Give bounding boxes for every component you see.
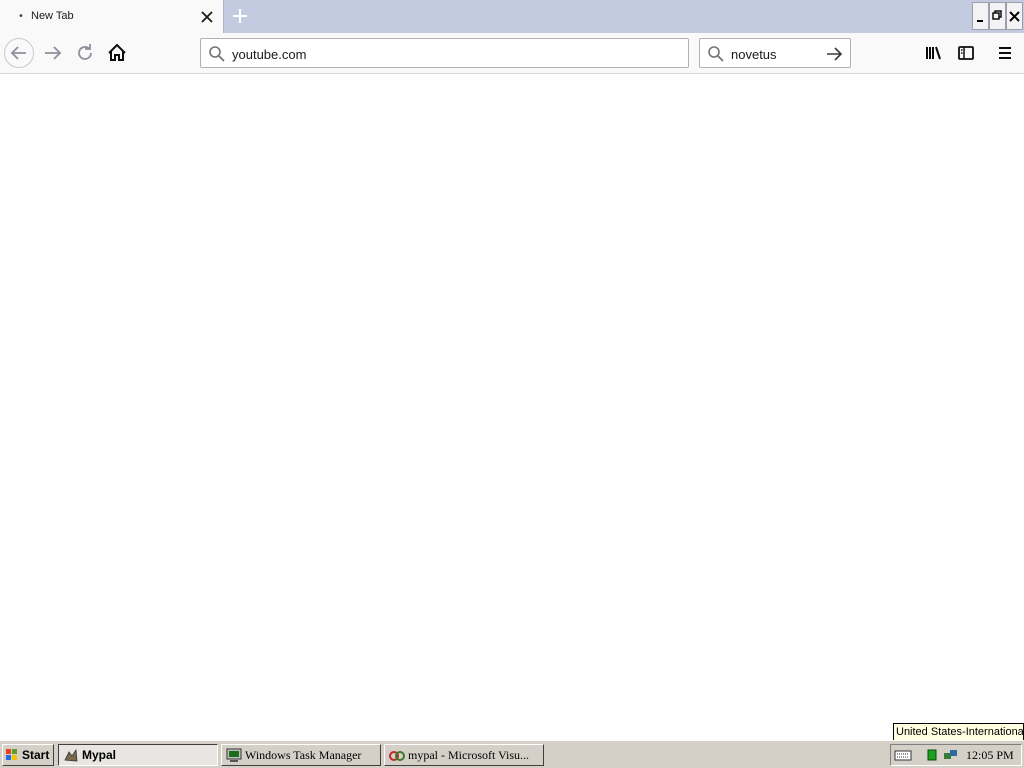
taskbar-item-label: mypal - Microsoft Visu... xyxy=(408,748,530,762)
start-label: Start xyxy=(22,748,50,762)
tab-loading-indicator: • xyxy=(18,11,24,22)
menu-button[interactable] xyxy=(990,38,1020,68)
search-go-button[interactable] xyxy=(824,44,844,64)
library-button[interactable] xyxy=(919,38,949,68)
tab-title: New Tab xyxy=(31,10,74,22)
arrow-right-icon xyxy=(827,47,843,61)
taskbar-clock[interactable]: 12:05 PM xyxy=(966,748,1014,763)
hamburger-menu-icon xyxy=(999,47,1011,59)
reload-button[interactable] xyxy=(70,38,100,68)
back-button[interactable] xyxy=(4,38,34,68)
close-icon[interactable] xyxy=(198,8,216,26)
arrow-right-icon xyxy=(45,46,62,60)
search-bar[interactable] xyxy=(699,38,851,68)
sidebar-icon xyxy=(958,46,974,60)
start-button[interactable]: Start xyxy=(2,744,54,766)
home-icon xyxy=(108,43,126,61)
system-tray: 12:05 PM xyxy=(890,744,1022,766)
plus-icon xyxy=(233,9,247,23)
taskbar-item-label: Mypal xyxy=(82,748,117,762)
search-icon xyxy=(707,45,725,63)
sidebar-button[interactable] xyxy=(951,38,981,68)
home-button[interactable] xyxy=(102,38,132,68)
library-icon xyxy=(926,46,941,60)
visual-studio-icon xyxy=(389,751,405,761)
windows-logo-icon xyxy=(6,749,17,760)
address-input[interactable] xyxy=(232,45,672,63)
taskbar: Start Mypal Windows Task Manager mypal -… xyxy=(0,740,1024,768)
window-close-button[interactable] xyxy=(1006,2,1023,30)
tab-new-tab[interactable]: • New Tab xyxy=(0,0,224,33)
address-bar[interactable] xyxy=(200,38,689,68)
task-manager-icon xyxy=(226,748,242,762)
network-icon[interactable] xyxy=(927,748,937,762)
taskbar-item-task-manager[interactable]: Windows Task Manager xyxy=(221,744,381,766)
window-restore-button[interactable] xyxy=(989,2,1006,30)
window-minimize-button[interactable] xyxy=(972,2,989,30)
page-content[interactable] xyxy=(0,74,1024,740)
taskbar-item-label: Windows Task Manager xyxy=(245,748,362,762)
reload-icon xyxy=(78,44,92,60)
search-icon xyxy=(208,45,226,63)
new-tab-button[interactable] xyxy=(229,5,251,27)
mypal-icon xyxy=(64,748,78,762)
navigation-toolbar xyxy=(0,33,1024,74)
taskbar-item-visual-studio[interactable]: mypal - Microsoft Visu... xyxy=(384,744,544,766)
search-input[interactable] xyxy=(731,45,819,63)
taskbar-item-mypal[interactable]: Mypal xyxy=(58,744,218,766)
arrow-left-icon xyxy=(10,46,26,60)
keyboard-icon[interactable] xyxy=(894,748,912,762)
tab-strip: • New Tab xyxy=(0,0,1024,33)
network-connection-icon[interactable] xyxy=(943,748,958,762)
forward-button[interactable] xyxy=(38,38,68,68)
